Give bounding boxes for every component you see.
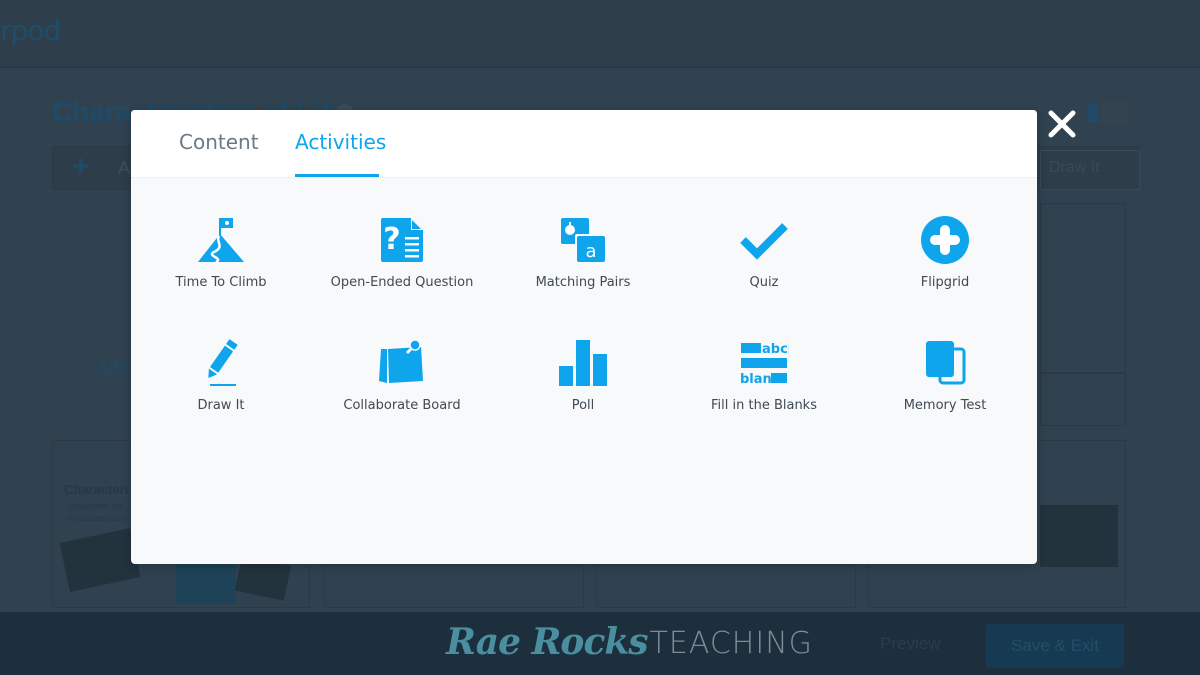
app-logo: rpod: [0, 14, 61, 47]
close-icon[interactable]: [1046, 108, 1078, 140]
activity-label: Open-Ended Question: [330, 275, 474, 290]
add-slide-label: Add: [97, 358, 130, 378]
activity-label: Fill in the Blanks: [711, 398, 817, 413]
activity-label: Poll: [571, 398, 595, 413]
memory-cards-icon: [920, 338, 970, 388]
modal-tabs: Content Activities: [131, 110, 1037, 178]
activity-draw-it[interactable]: Draw It: [131, 338, 311, 438]
slide-title: Characteri: [64, 482, 129, 497]
add-activity-modal: Content Activities Time To Climb ? Open-…: [131, 110, 1037, 564]
activity-label: Matching Pairs: [535, 275, 631, 290]
watermark: Rae Rocks TEACHING: [446, 614, 813, 664]
activity-label: Quiz: [749, 275, 779, 290]
slide-card-2: [324, 564, 584, 608]
activity-label: Draw It: [197, 398, 245, 413]
slide-subtitle: Organism: An characteristics: [68, 500, 126, 524]
fill-blanks-icon: abcl blan: [739, 338, 789, 388]
preview-button: Preview: [880, 634, 941, 653]
tab-activities[interactable]: Activities: [295, 130, 386, 154]
question-document-icon: ?: [377, 215, 427, 265]
activity-time-to-climb[interactable]: Time To Climb: [131, 215, 311, 315]
activity-label: Time To Climb: [175, 275, 267, 290]
activity-quiz[interactable]: Quiz: [674, 215, 854, 315]
fill-blank-text-bottom: blan: [740, 372, 772, 386]
activity-poll[interactable]: Poll: [493, 338, 673, 438]
activity-memory-test[interactable]: Memory Test: [855, 338, 1035, 438]
settings-indicator: [1088, 104, 1098, 122]
watermark-script: Rae Rocks: [446, 621, 649, 663]
draw-it-button: Draw It: [1040, 150, 1140, 190]
watermark-caps: TEACHING: [649, 626, 813, 661]
checkmark-icon: [739, 215, 789, 265]
svg-text:?: ?: [383, 222, 400, 257]
activity-label: Flipgrid: [920, 275, 970, 290]
activity-label: Memory Test: [903, 398, 987, 413]
matching-cards-icon: a: [558, 215, 608, 265]
fill-blank-text-top: abcl: [762, 342, 789, 357]
active-tab-indicator: [295, 174, 379, 177]
activity-fill-in-the-blanks[interactable]: abcl blan Fill in the Blanks: [674, 338, 854, 438]
top-bar: rpod: [0, 0, 1200, 68]
slide-photo: [1040, 505, 1118, 567]
activity-label: Collaborate Board: [343, 398, 461, 413]
plus-circle-icon: [920, 215, 970, 265]
activity-flipgrid[interactable]: Flipgrid: [855, 215, 1035, 315]
activity-matching-pairs[interactable]: a Matching Pairs: [493, 215, 673, 315]
slide-photo: [176, 564, 236, 604]
mountain-flag-icon: [196, 215, 246, 265]
activity-collaborate-board[interactable]: Collaborate Board: [312, 338, 492, 438]
add-label: A: [118, 158, 131, 178]
add-icon: +: [72, 150, 90, 183]
slide-card-3: [596, 564, 856, 608]
pencil-icon: [196, 338, 246, 388]
pinned-note-icon: [377, 338, 427, 388]
matching-letter: a: [585, 241, 596, 262]
slide-card-notes: [1040, 373, 1126, 426]
save-exit-button: Save & Exit: [986, 624, 1124, 668]
activity-open-ended-question[interactable]: ? Open-Ended Question: [312, 215, 492, 315]
settings-box: [1100, 102, 1128, 124]
bar-chart-icon: [558, 338, 608, 388]
slide-subtitle-line-2: characteristics: [68, 513, 126, 523]
slide-subtitle-line-1: Organism: An: [68, 501, 123, 511]
tab-content[interactable]: Content: [179, 130, 259, 154]
slide-card-diagram: [1040, 203, 1126, 373]
